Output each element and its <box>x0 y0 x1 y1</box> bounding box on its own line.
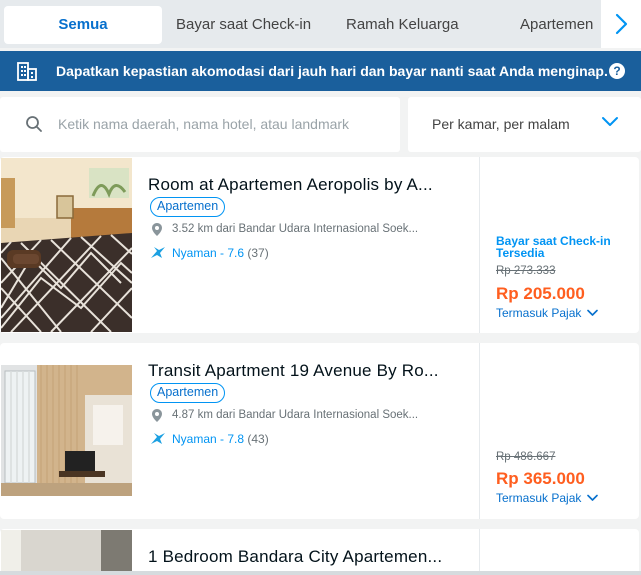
building-icon <box>17 62 37 81</box>
listing-photo <box>1 365 132 496</box>
chevron-down-icon <box>587 494 599 501</box>
distance-text: 4.87 km dari Bandar Udara Internasional … <box>172 409 419 421</box>
banner-text: Dapatkan kepastian akomodasi dari jauh h… <box>56 63 608 79</box>
rating-text: Nyaman - 7.8 (43) <box>172 432 269 446</box>
tabs-next-button[interactable] <box>601 0 641 48</box>
tab-ramah-keluarga[interactable]: Ramah Keluarga <box>346 6 459 44</box>
listing-card[interactable]: Transit Apartment 19 Avenue By Ro... Apa… <box>0 343 639 519</box>
search-input[interactable] <box>58 109 388 139</box>
rating-score: Nyaman - 7.8 <box>172 432 245 446</box>
listing-photo <box>1 530 132 575</box>
tab-apartemen[interactable]: Apartemen <box>520 6 593 44</box>
property-type-badge: Apartemen <box>150 197 226 217</box>
price-basis-select[interactable]: Per kamar, per malam <box>408 97 641 152</box>
scrollbar-track[interactable] <box>0 571 641 575</box>
category-tabs: Semua Bayar saat Check-in Ramah Keluarga… <box>0 0 641 48</box>
listing-title[interactable]: Transit Apartment 19 Avenue By Ro... <box>148 361 468 381</box>
tab-semua[interactable]: Semua <box>4 6 162 44</box>
price-column <box>479 529 639 575</box>
tax-info-toggle[interactable]: Termasuk Pajak <box>496 491 599 505</box>
listing-photo <box>1 158 132 332</box>
rating-text: Nyaman - 7.6 (37) <box>172 246 269 260</box>
discounted-price: Rp 205.000 <box>496 284 585 303</box>
listing-title[interactable]: Room at Apartemen Aeropolis by A... <box>148 175 468 195</box>
price-column: Bayar saat Check-in Tersedia Rp 273.333 … <box>479 157 639 333</box>
listing-card[interactable]: 1 Bedroom Bandara City Apartemen... <box>0 529 639 575</box>
search-icon <box>26 116 42 132</box>
tab-bayar-saat-check-in[interactable]: Bayar saat Check-in <box>176 6 311 44</box>
tax-info-toggle[interactable]: Termasuk Pajak <box>496 306 599 320</box>
distance-text: 3.52 km dari Bandar Udara Internasional … <box>172 223 419 235</box>
pay-at-checkin-note: Bayar saat Check-in Tersedia <box>496 234 611 260</box>
tax-label: Termasuk Pajak <box>496 491 582 505</box>
chevron-down-icon <box>587 309 599 316</box>
rating-score: Nyaman - 7.6 <box>172 246 245 260</box>
discounted-price: Rp 365.000 <box>496 469 585 488</box>
review-count: (37) <box>247 246 269 260</box>
traveloka-bird-icon <box>151 433 165 444</box>
traveloka-bird-icon <box>151 247 165 258</box>
property-type-badge: Apartemen <box>150 383 226 403</box>
tax-label: Termasuk Pajak <box>496 306 582 320</box>
review-count: (43) <box>247 432 269 446</box>
price-column: Rp 486.667 Rp 365.000 Termasuk Pajak <box>479 343 639 519</box>
original-price: Rp 273.333 <box>496 265 556 277</box>
original-price: Rp 486.667 <box>496 451 556 463</box>
listing-title[interactable]: 1 Bedroom Bandara City Apartemen... <box>148 547 468 567</box>
price-basis-label: Per kamar, per malam <box>432 116 570 132</box>
search-box <box>0 97 400 152</box>
location-pin-icon <box>152 223 162 236</box>
chevron-down-icon <box>602 117 618 126</box>
listing-card[interactable]: Room at Apartemen Aeropolis by A... Apar… <box>0 157 639 333</box>
location-pin-icon <box>152 409 162 422</box>
help-icon[interactable]: ? <box>609 63 625 79</box>
chevron-right-icon <box>615 13 628 35</box>
pay-later-banner: Dapatkan kepastian akomodasi dari jauh h… <box>0 51 641 91</box>
